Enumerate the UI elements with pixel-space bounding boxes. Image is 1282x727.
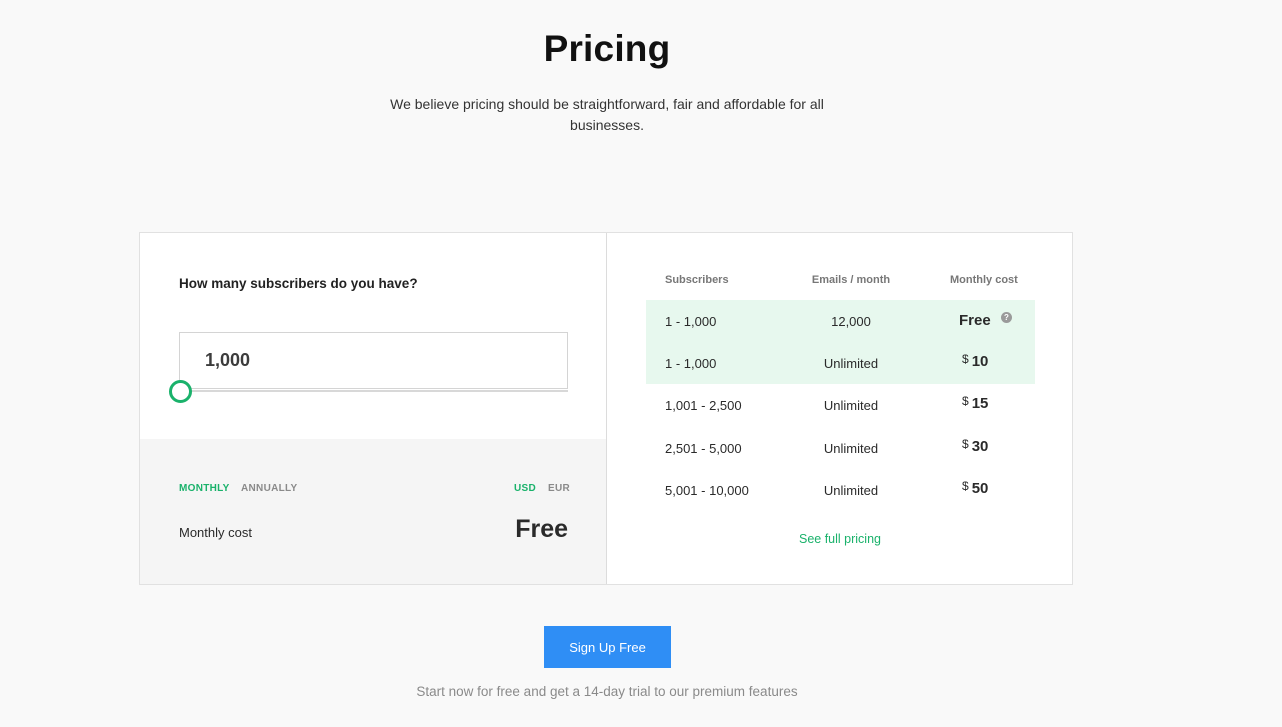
header-monthly-cost: Monthly cost xyxy=(950,274,1018,286)
table-row: 1 - 1,000 Unlimited $10 xyxy=(646,342,1035,384)
currency-symbol: $ xyxy=(962,394,969,408)
billing-monthly-toggle[interactable]: MONTHLY xyxy=(179,483,230,494)
table-row: 2,501 - 5,000 Unlimited $30 xyxy=(646,427,1035,469)
page-title: Pricing xyxy=(543,28,671,69)
price-amount: 10 xyxy=(971,353,989,370)
currency-eur-toggle[interactable]: EUR xyxy=(548,483,570,494)
monthly-cost-label: Monthly cost xyxy=(179,525,252,540)
trial-footnote: Start now for free and get a 14-day tria… xyxy=(416,684,798,699)
subscriber-slider-handle[interactable] xyxy=(169,380,192,403)
subscriber-slider-track[interactable] xyxy=(179,390,568,392)
table-row: 1 - 1,000 12,000 Free ? xyxy=(646,300,1035,342)
row-emails: Unlimited xyxy=(823,483,879,498)
sign-up-free-button[interactable]: Sign Up Free xyxy=(544,626,671,668)
price-amount: 50 xyxy=(971,480,989,497)
row-subscribers: 2,501 - 5,000 xyxy=(665,441,742,456)
table-row: 5,001 - 10,000 Unlimited $50 xyxy=(646,469,1035,511)
page-subtitle: We believe pricing should be straightfor… xyxy=(390,96,824,133)
row-cost: $10 xyxy=(962,352,989,371)
header-emails: Emails / month xyxy=(811,274,891,286)
see-full-pricing-link[interactable]: See full pricing xyxy=(799,532,881,546)
row-cost: $50 xyxy=(962,479,989,498)
row-cost: $15 xyxy=(962,394,989,413)
row-cost: $30 xyxy=(962,437,989,456)
table-row: 1,001 - 2,500 Unlimited $15 xyxy=(646,384,1035,426)
currency-symbol: $ xyxy=(962,352,969,366)
row-subscribers: 1 - 1,000 xyxy=(665,356,717,371)
monthly-cost-value: Free xyxy=(515,515,568,543)
help-icon[interactable]: ? xyxy=(1001,312,1012,323)
subscriber-question: How many subscribers do you have? xyxy=(179,276,418,291)
billing-annually-toggle[interactable]: ANNUALLY xyxy=(241,483,297,494)
row-emails: 12,000 xyxy=(831,314,871,329)
row-subscribers: 5,001 - 10,000 xyxy=(665,483,749,498)
row-subscribers: 1,001 - 2,500 xyxy=(665,398,742,413)
subscriber-calculator: How many subscribers do you have? MONTHL… xyxy=(140,233,607,584)
pricing-table: Subscribers Emails / month Monthly cost … xyxy=(607,233,1072,584)
header-subscribers: Subscribers xyxy=(665,274,729,286)
row-cost: Free xyxy=(959,312,991,329)
currency-usd-toggle[interactable]: USD xyxy=(514,483,536,494)
price-amount: 30 xyxy=(971,438,989,455)
row-subscribers: 1 - 1,000 xyxy=(665,314,717,329)
currency-symbol: $ xyxy=(962,437,969,451)
subscriber-count-input[interactable] xyxy=(179,332,568,389)
row-emails: Unlimited xyxy=(823,441,879,456)
cost-summary: MONTHLY ANNUALLY USD EUR Monthly cost Fr… xyxy=(140,439,606,584)
currency-symbol: $ xyxy=(962,479,969,493)
pricing-card: How many subscribers do you have? MONTHL… xyxy=(139,232,1073,585)
row-emails: Unlimited xyxy=(823,356,879,371)
row-emails: Unlimited xyxy=(823,398,879,413)
price-amount: 15 xyxy=(971,395,989,412)
